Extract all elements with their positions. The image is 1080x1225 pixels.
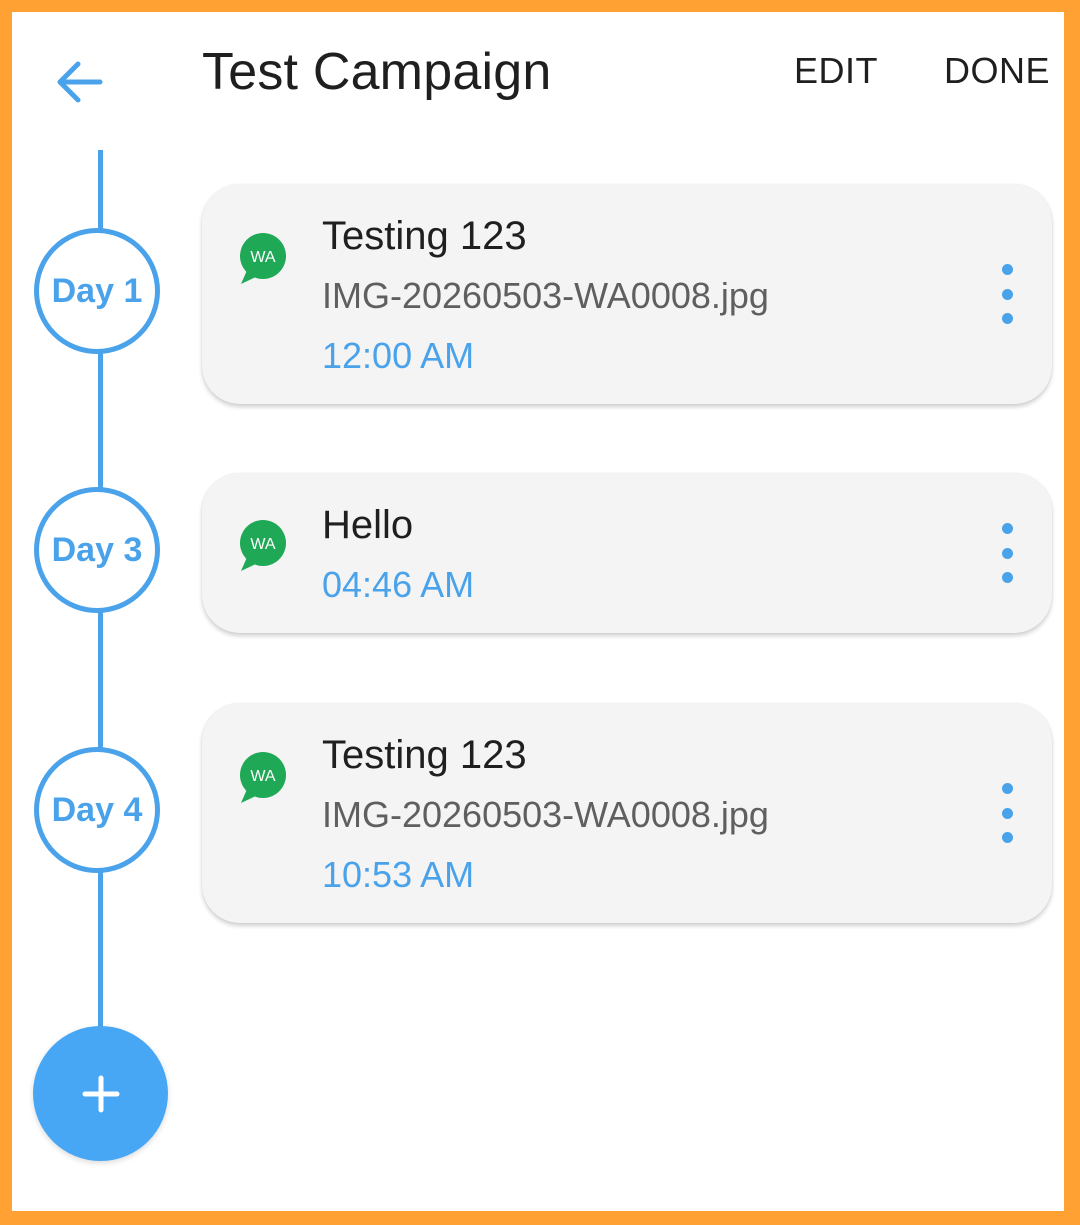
whatsapp-icon: WA: [240, 520, 286, 571]
more-vertical-icon: [1001, 783, 1013, 794]
whatsapp-icon: WA: [240, 233, 286, 284]
message-attachment: IMG-20260503-WA0008.jpg: [322, 794, 769, 835]
page-title: Test Campaign: [202, 43, 552, 101]
app-screen: Test Campaign EDIT DONE Day 1 Day 3 Day …: [0, 0, 1080, 1225]
message-card-day-4[interactable]: WA Testing 123 IMG-20260503-WA0008.jpg 1…: [202, 703, 1052, 923]
day-node-3: Day 3: [34, 487, 160, 613]
more-vertical-icon: [1001, 523, 1013, 534]
whatsapp-badge-text: WA: [250, 768, 276, 785]
whatsapp-icon: WA: [240, 752, 286, 803]
message-time: 10:53 AM: [322, 854, 475, 895]
message-time: 12:00 AM: [322, 335, 475, 376]
more-options-button[interactable]: [992, 264, 1022, 324]
message-card-day-1[interactable]: WA Testing 123 IMG-20260503-WA0008.jpg 1…: [202, 184, 1052, 404]
message-title: Hello: [322, 503, 414, 547]
message-title: Testing 123: [322, 214, 527, 258]
whatsapp-badge-text: WA: [250, 536, 276, 553]
done-button[interactable]: DONE: [944, 50, 1050, 92]
plus-icon: [82, 1075, 119, 1112]
edit-button[interactable]: EDIT: [794, 50, 878, 92]
message-time: 04:46 AM: [322, 564, 475, 605]
arrow-left-icon: [57, 61, 103, 103]
back-button[interactable]: [52, 52, 108, 112]
message-card-day-3[interactable]: WA Hello 04:46 AM: [202, 473, 1052, 633]
message-title: Testing 123: [322, 733, 527, 777]
day-node-1: Day 1: [34, 228, 160, 354]
more-options-button[interactable]: [992, 783, 1022, 843]
add-day-button[interactable]: [33, 1026, 168, 1161]
message-attachment: IMG-20260503-WA0008.jpg: [322, 275, 769, 316]
more-options-button[interactable]: [992, 523, 1022, 583]
more-vertical-icon: [1001, 264, 1013, 275]
day-node-4: Day 4: [34, 747, 160, 873]
whatsapp-badge-text: WA: [250, 249, 276, 266]
